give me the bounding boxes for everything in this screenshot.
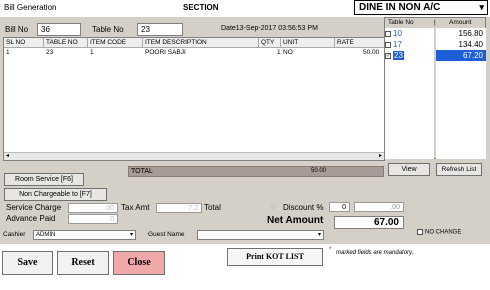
grid-header: SL NO TABLE NO ITEM CODE ITEM DESCRIPTIO… (4, 38, 384, 48)
checkbox[interactable] (385, 30, 391, 37)
side-col-divider: | (434, 19, 436, 26)
col-item-description[interactable]: ITEM DESCRIPTION (143, 38, 259, 48)
advance-paid-label: Advance Paid (6, 214, 56, 223)
cell-item-description: POORI SABJI (145, 49, 186, 56)
side-col-table: Table No (388, 19, 414, 26)
service-charge-label: Service Charge (6, 203, 62, 212)
mandatory-note: marked fields are mandatory.. (336, 250, 415, 256)
mode-dropdown[interactable]: DINE IN NON A/C ▾ (354, 0, 488, 15)
bill-no-label: Bill No (5, 25, 29, 34)
total-value: 50.00 (311, 168, 327, 174)
open-tables-list[interactable]: Table No | Amount 10 17 ✓ 23 156.80 134.4… (384, 17, 486, 159)
close-button[interactable]: Close (113, 251, 165, 275)
list-item[interactable]: ✓ 23 (385, 50, 434, 61)
section-label: SECTION (183, 3, 219, 12)
checkbox[interactable]: ✓ (385, 52, 391, 59)
chevron-down-icon: ▾ (479, 2, 484, 12)
chevron-down-icon: ▾ (129, 232, 133, 238)
table-number: 17 (393, 40, 402, 49)
amount-value: 156.80 (458, 29, 483, 38)
col-table-no[interactable]: TABLE NO (44, 38, 88, 48)
service-charge-field[interactable]: .00 (68, 203, 118, 213)
col-sl-no[interactable]: SL NO (4, 38, 44, 48)
non-chargeable-button[interactable]: Non Chargeable to [F7] (4, 188, 107, 201)
side-col-amount: Amount (449, 19, 472, 26)
cell-sl-no: 1 (6, 49, 10, 56)
discount-amt-field[interactable]: .00 (354, 202, 404, 212)
total-amount-label: Total (204, 203, 221, 212)
col-item-code[interactable]: ITEM CODE (88, 38, 143, 48)
window-title: Bill Generation (4, 3, 57, 12)
side-table-column: 10 17 ✓ 23 (385, 28, 434, 159)
discount-label: Discount % (283, 203, 324, 212)
scroll-right-icon[interactable]: ▸ (379, 152, 382, 159)
guest-name-dropdown[interactable]: ▾ (197, 230, 324, 240)
tax-amt-field[interactable]: 7.2 (156, 203, 202, 213)
table-no-field[interactable]: 23 (137, 23, 183, 36)
mandatory-star: * (329, 247, 332, 253)
total-label: TOTAL (131, 168, 153, 175)
table-no-label: Table No (92, 25, 124, 34)
no-change-label: NO CHANGE (425, 229, 462, 236)
net-amount-label: Net Amount (267, 215, 324, 226)
cashier-dropdown[interactable]: ADMIN ▾ (33, 230, 136, 240)
cell-item-code: 1 (90, 49, 94, 56)
guest-name-label: Guest Name (148, 231, 185, 238)
date-display: Date13-Sep-2017 03:56:53 PM (221, 25, 318, 32)
horizontal-scrollbar[interactable]: ◂ ▸ (4, 152, 384, 160)
col-unit[interactable]: UNIT (281, 38, 335, 48)
view-button[interactable]: View (388, 163, 430, 176)
tax-amt-label: Tax Amt (121, 203, 150, 212)
total-bar: TOTAL 50.00 (128, 166, 384, 177)
cell-table-no: 23 (46, 49, 54, 56)
amount-value: 67.20 (436, 50, 486, 61)
discount-pct-field[interactable]: 0 (329, 202, 350, 212)
mode-value: DINE IN NON A/C (359, 2, 441, 13)
col-qty[interactable]: QTY (259, 38, 281, 48)
room-service-button[interactable]: Room Service [F6] (4, 173, 84, 186)
cell-unit: NO (283, 49, 293, 56)
checkbox[interactable] (417, 229, 423, 235)
amount-value: 134.40 (458, 40, 483, 49)
print-kot-button[interactable]: Print KOT LIST (227, 248, 323, 266)
table-number: 23 (393, 51, 404, 60)
items-grid[interactable]: SL NO TABLE NO ITEM CODE ITEM DESCRIPTIO… (3, 37, 385, 161)
col-rate[interactable]: RATE (335, 38, 385, 48)
chevron-down-icon: ▾ (317, 232, 321, 238)
net-amount-field[interactable]: 67.00 (334, 216, 404, 229)
no-change-checkbox[interactable]: NO CHANGE (417, 229, 461, 236)
table-number: 10 (393, 29, 402, 38)
bill-no-field[interactable]: 36 (37, 23, 81, 36)
list-item[interactable]: 10 (385, 28, 434, 39)
cashier-value: ADMIN (36, 232, 56, 238)
scroll-left-icon[interactable]: ◂ (6, 152, 9, 159)
advance-paid-field[interactable]: 0 (68, 214, 118, 224)
list-item[interactable]: 17 (385, 39, 434, 50)
cashier-label: Cashier (3, 231, 26, 238)
cell-rate: 50.00 (363, 49, 380, 56)
checkbox[interactable] (385, 41, 391, 48)
cell-qty: 1 (277, 49, 281, 56)
total-amount-field[interactable]: 0 (226, 203, 278, 213)
side-amount-column: 156.80 134.40 67.20 (436, 28, 486, 159)
save-button[interactable]: Save (2, 251, 53, 275)
refresh-list-button[interactable]: Refresh List (436, 163, 482, 176)
reset-button[interactable]: Reset (57, 251, 109, 275)
